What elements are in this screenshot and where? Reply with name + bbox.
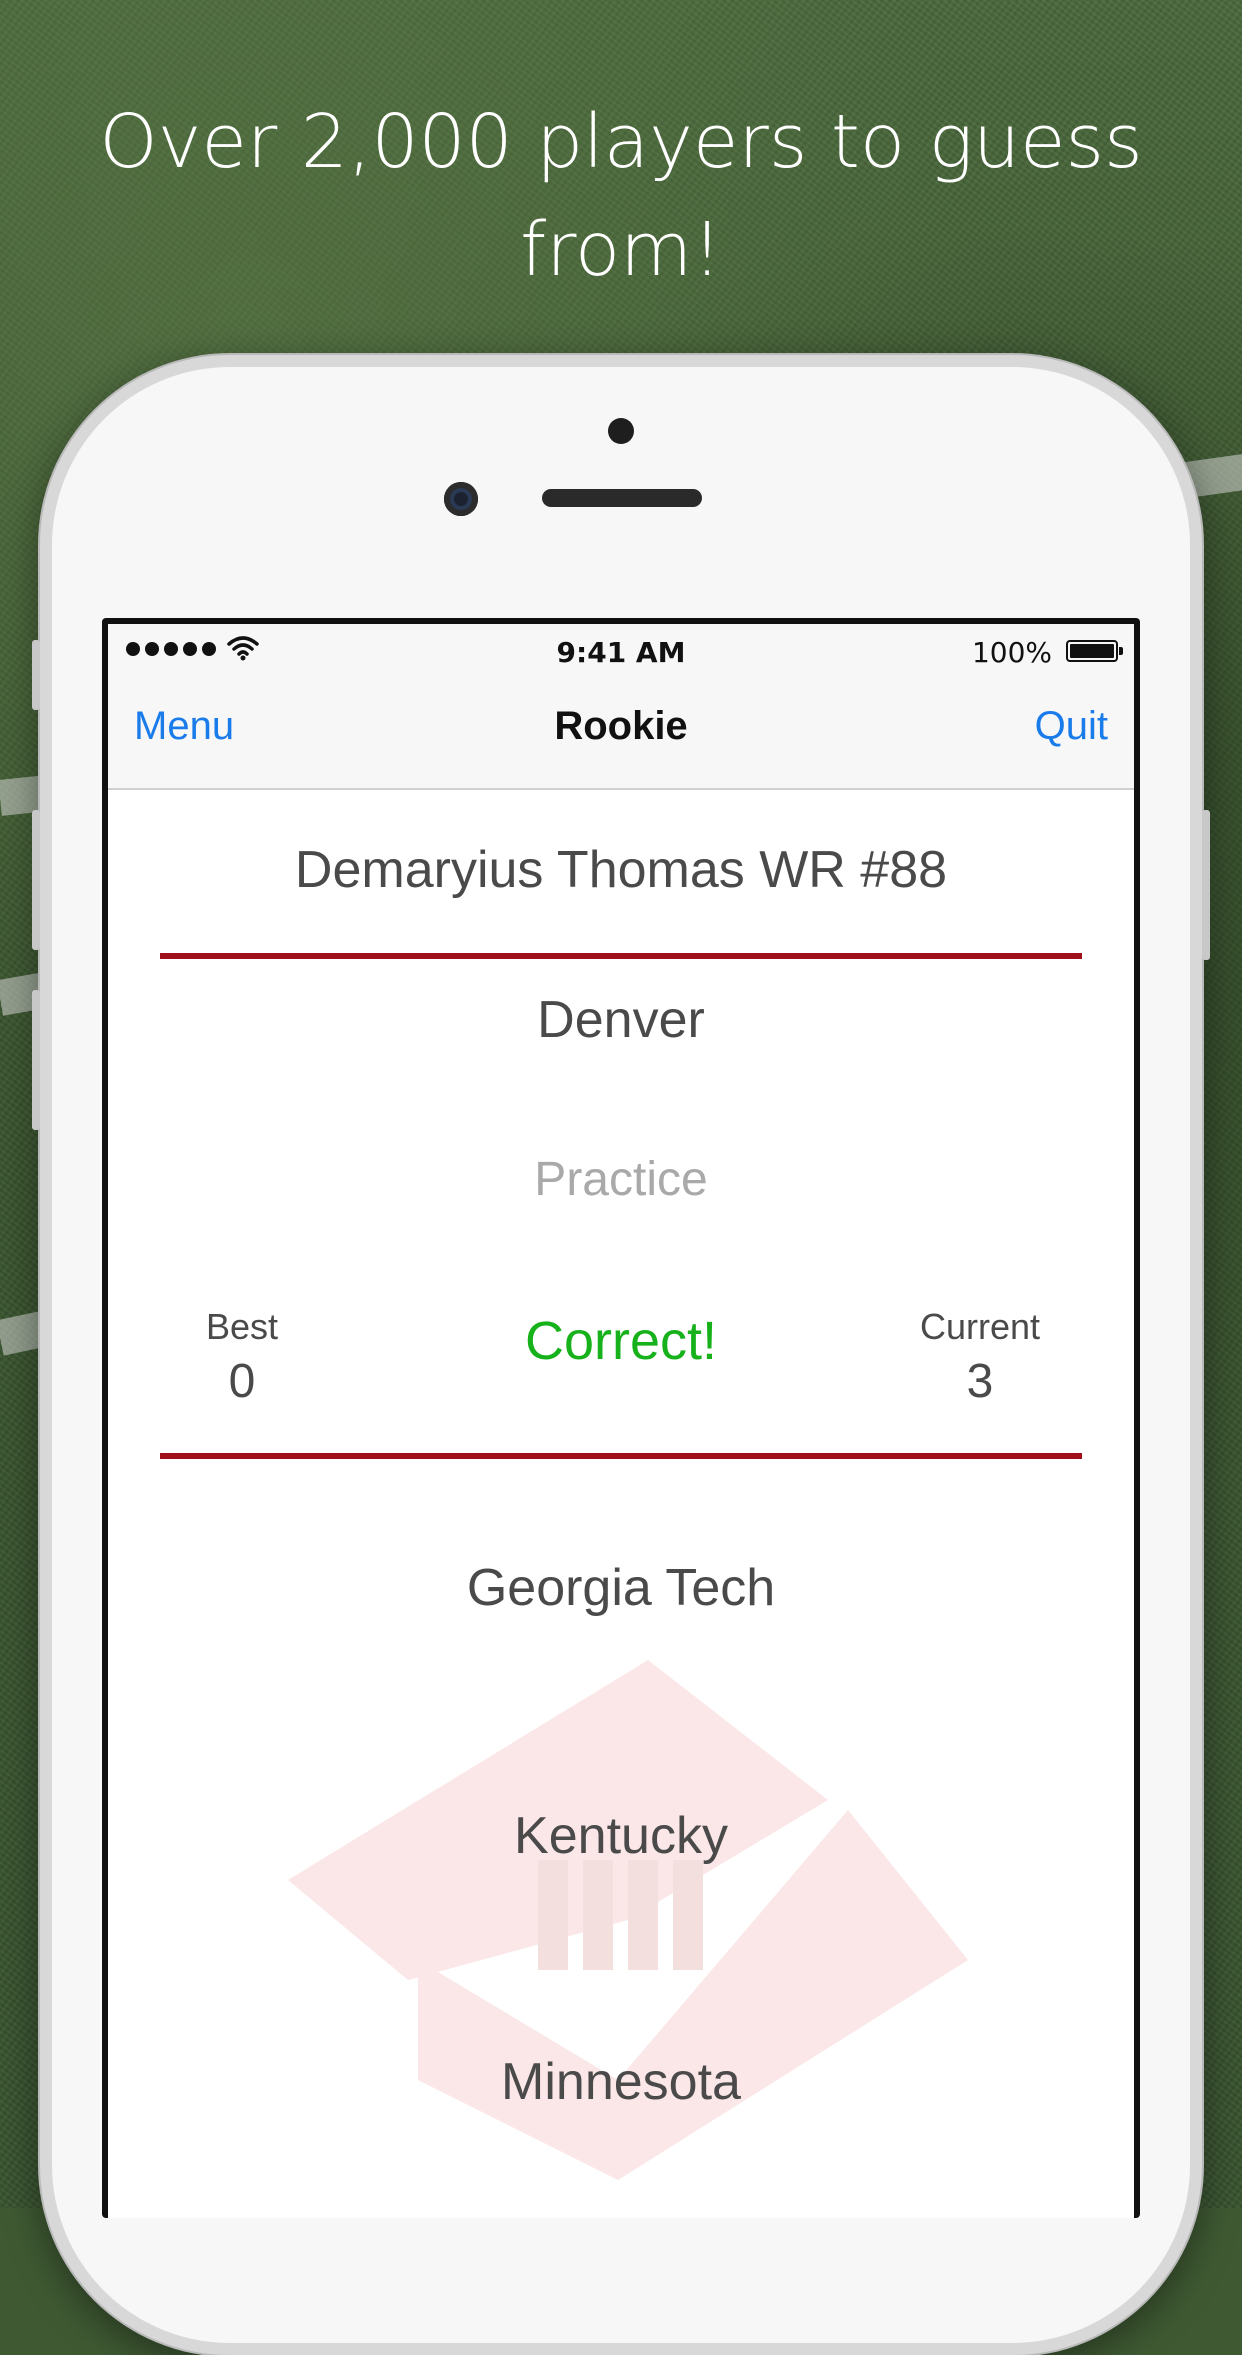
phone-power-button [1202,810,1210,960]
phone-volume-up [32,810,40,950]
earpiece-speaker [542,489,702,507]
quit-button[interactable]: Quit [1035,704,1108,749]
current-score-label: Current [919,1306,1041,1347]
divider-top [160,953,1082,959]
navigation-bar: Menu Rookie Quit [108,680,1134,790]
team-name: Denver [537,991,705,1049]
promo-headline: Over 2,000 players to guess from! [99,99,1143,293]
phone-mute-switch [32,640,40,710]
front-camera [444,482,478,516]
current-score: Current 3 [880,1306,1080,1409]
battery-icon [1066,640,1123,662]
phone-screen: 9:41 AM 100% Menu Rookie Quit Demaryius … [102,618,1140,2218]
nav-title: Rookie [554,704,688,748]
proximity-sensor [608,418,634,444]
app-screen: 9:41 AM 100% Menu Rookie Quit Demaryius … [108,624,1134,2218]
answer-choice[interactable]: Georgia Tech [108,1558,1134,1618]
divider-bottom [160,1453,1082,1459]
current-score-value: 3 [966,1355,994,1408]
status-bar: 9:41 AM 100% [108,624,1134,680]
player-name: Demaryius Thomas WR #88 [294,841,948,899]
mode-label: Practice [534,1153,708,1206]
answer-choice[interactable]: Kentucky [108,1806,1134,1866]
quiz-content: Demaryius Thomas WR #88 Denver Practice … [108,790,1134,2218]
phone-volume-down [32,990,40,1130]
battery-percentage: 100% [971,636,1052,669]
answer-choice[interactable]: Minnesota [108,2052,1134,2112]
